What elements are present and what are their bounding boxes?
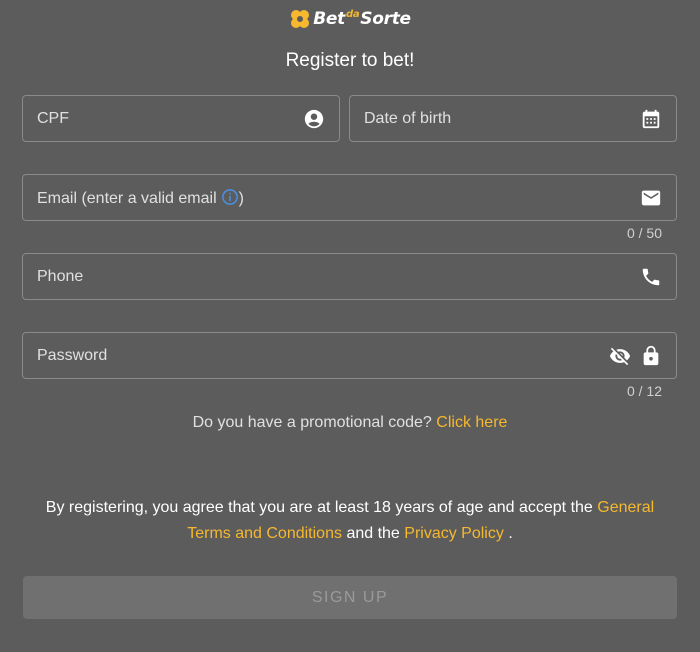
cpf-field[interactable]: CPF bbox=[22, 95, 340, 142]
date-of-birth-label: Date of birth bbox=[364, 109, 452, 127]
cpf-label: CPF bbox=[37, 109, 69, 127]
email-label: Email (enter a valid email) bbox=[37, 188, 244, 207]
privacy-policy-link[interactable]: Privacy Policy bbox=[404, 525, 504, 542]
sign-up-button[interactable]: SIGN UP bbox=[23, 576, 677, 619]
email-char-counter: 0 / 50 bbox=[626, 225, 662, 241]
clover-logo-icon bbox=[289, 8, 311, 30]
email-field[interactable]: Email (enter a valid email) bbox=[22, 174, 677, 221]
phone-icon bbox=[640, 266, 662, 288]
eye-off-icon[interactable] bbox=[608, 345, 632, 367]
info-icon[interactable] bbox=[221, 188, 239, 206]
mail-icon bbox=[640, 187, 662, 209]
password-field[interactable]: Password bbox=[22, 332, 677, 379]
terms-middle: and the bbox=[346, 525, 400, 542]
promo-code-prompt: Do you have a promotional code? Click he… bbox=[0, 414, 700, 432]
password-char-counter: 0 / 12 bbox=[626, 383, 662, 399]
page-title: Register to bet! bbox=[285, 50, 415, 71]
lock-icon bbox=[640, 344, 662, 368]
account-circle-icon bbox=[303, 108, 325, 130]
phone-field[interactable]: Phone bbox=[22, 253, 677, 300]
logo-wordmark: BetdaSorte bbox=[313, 9, 411, 29]
promo-click-here-link[interactable]: Click here bbox=[436, 414, 507, 431]
phone-label: Phone bbox=[37, 267, 84, 285]
terms-notice: By registering, you agree that you are a… bbox=[25, 495, 675, 547]
calendar-icon[interactable] bbox=[640, 108, 662, 130]
terms-suffix: . bbox=[508, 525, 513, 542]
date-of-birth-field[interactable]: Date of birth bbox=[349, 95, 677, 142]
terms-prefix: By registering, you agree that you are a… bbox=[45, 499, 593, 516]
password-label: Password bbox=[37, 346, 108, 364]
promo-question: Do you have a promotional code? bbox=[192, 414, 432, 431]
brand-logo: BetdaSorte bbox=[0, 8, 700, 30]
